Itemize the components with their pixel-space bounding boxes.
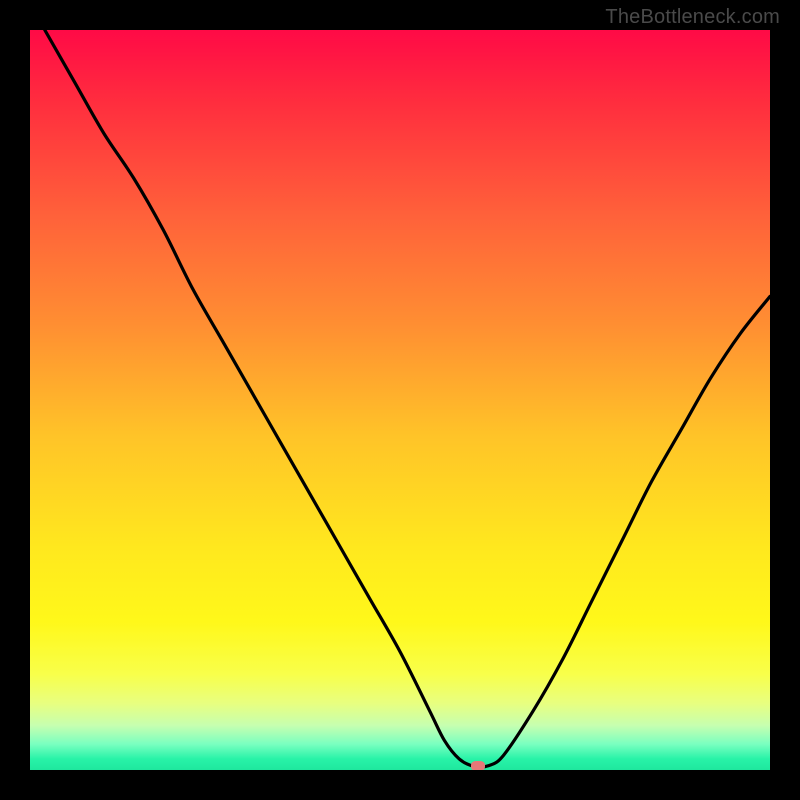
chart-frame: TheBottleneck.com (0, 0, 800, 800)
watermark-text: TheBottleneck.com (605, 6, 780, 29)
bottleneck-curve (45, 30, 770, 767)
optimal-point-marker (471, 761, 485, 770)
curve-svg (30, 30, 770, 770)
plot-area (30, 30, 770, 770)
